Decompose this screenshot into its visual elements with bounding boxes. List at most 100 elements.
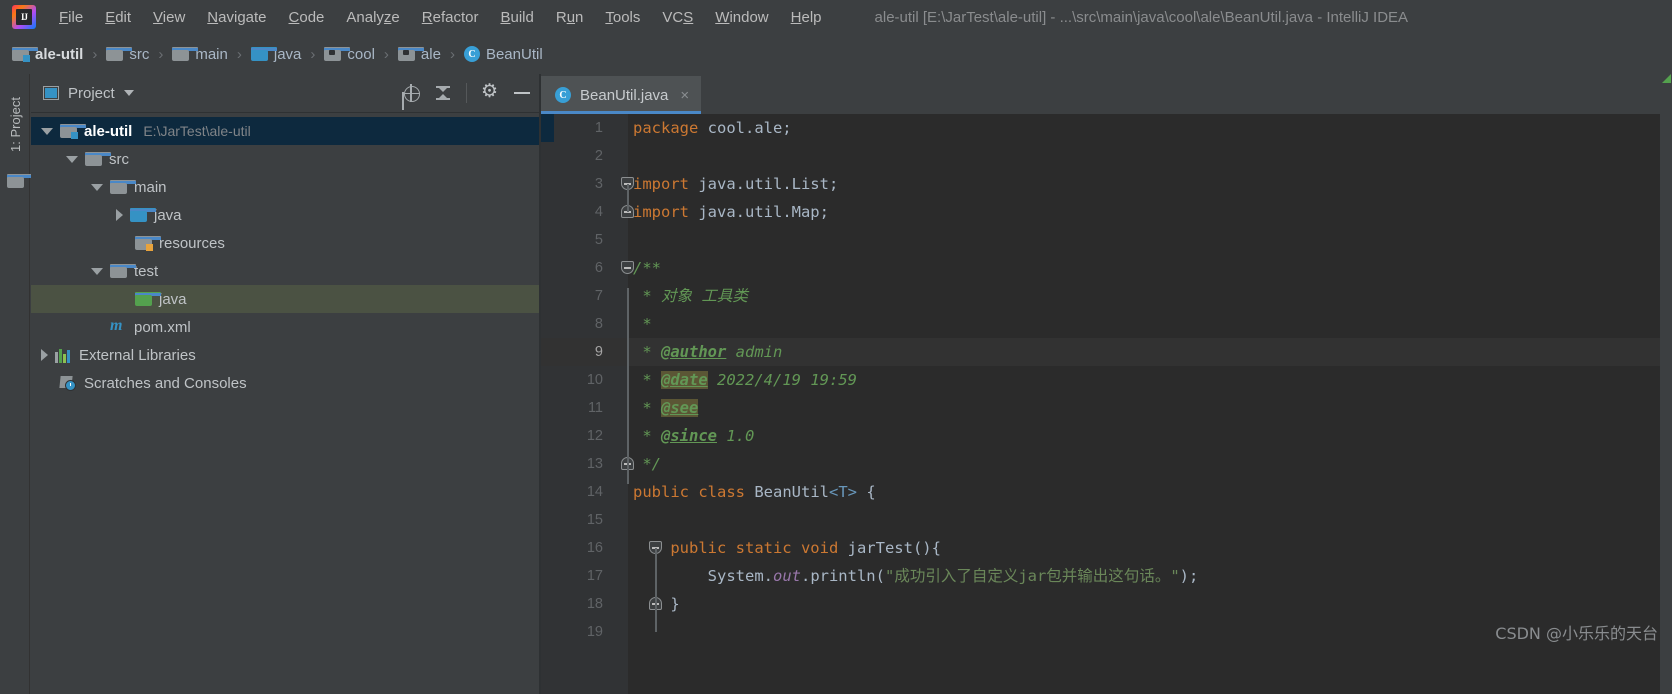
code-token: java.util.Map; [698, 203, 829, 221]
code-token: .println( [800, 567, 885, 585]
code-token: (){ [912, 539, 941, 557]
java-class-icon: C [463, 46, 480, 62]
line-number: 12 [586, 428, 603, 444]
tab-beanutil-java[interactable]: C BeanUtil.java × [541, 76, 702, 114]
line-number: 15 [586, 512, 603, 528]
breadcrumb-item-cool[interactable]: cool [324, 46, 375, 63]
menu-item-vcs[interactable]: VCS [651, 6, 704, 29]
collapse-all-icon[interactable] [434, 84, 452, 102]
chevron-down-icon[interactable] [41, 127, 53, 135]
code-line[interactable]: 13 */ [541, 450, 1672, 478]
tree-node-java[interactable]: java [31, 285, 539, 313]
project-panel-toolbar [402, 80, 531, 103]
tree-node-src[interactable]: src [31, 145, 539, 173]
code-token: "成功引入了自定义jar包并输出这句话。" [884, 567, 1180, 585]
menu-item-tools[interactable]: Tools [594, 6, 651, 29]
code-editor[interactable]: 1 package cool.ale; 2 3 import java.util.Lis… [541, 114, 1672, 694]
breadcrumb-item-ale-util[interactable]: ale-util [12, 46, 83, 63]
code-line[interactable]: 16 public static void jarTest(){ [541, 534, 1672, 562]
code-line[interactable]: 7 * 对象 工具类 [541, 282, 1672, 310]
code-text: * @since 1.0 [633, 422, 754, 450]
tree-node-resources[interactable]: resources [31, 229, 539, 257]
code-token: 2022/4/19 19:59 [707, 371, 857, 389]
code-line[interactable]: 6 /** [541, 254, 1672, 282]
code-text: import java.util.List; [633, 170, 838, 198]
code-line[interactable]: 15 [541, 506, 1672, 534]
tree-node-pom-xml[interactable]: m pom.xml [31, 313, 539, 341]
code-line[interactable]: 18 } [541, 590, 1672, 618]
test-source-folder-icon [135, 292, 161, 306]
breadcrumb-separator: › [92, 45, 98, 63]
tree-node-ale-util[interactable]: ale-util E:\JarTest\ale-util [31, 117, 539, 145]
menu-item-analyze[interactable]: Analyze [335, 6, 410, 29]
breadcrumb-item-main[interactable]: main [172, 46, 228, 63]
code-line[interactable]: 9 * @author admin [541, 338, 1672, 366]
code-line[interactable]: 1 package cool.ale; [541, 114, 1672, 142]
code-line[interactable]: 11 * @see [541, 394, 1672, 422]
code-line[interactable]: 12 * @since 1.0 [541, 422, 1672, 450]
breadcrumb[interactable]: ale-util › src › main › java › cool › ale › C BeanUti… [0, 34, 1672, 74]
gear-icon[interactable] [481, 80, 499, 103]
tree-node-scratches-and-consoles[interactable]: Scratches and Consoles [31, 369, 539, 397]
menu-item-run[interactable]: Run [545, 6, 595, 29]
code-token: * [633, 371, 661, 389]
code-token: cool.ale; [707, 119, 792, 137]
code-line[interactable]: 5 [541, 226, 1672, 254]
project-tool-window: Project ale-utilE:\JarTest\ale-utilsrcma… [31, 74, 539, 694]
menu-item-view[interactable]: View [142, 6, 196, 29]
close-icon[interactable]: × [680, 87, 689, 104]
code-token: public static void [633, 539, 848, 557]
chevron-down-icon[interactable] [66, 155, 78, 163]
menu-item-navigate[interactable]: Navigate [196, 6, 277, 29]
code-text: */ [633, 450, 661, 478]
breadcrumb-item-src[interactable]: src [106, 46, 149, 63]
breadcrumb-item-java[interactable]: java [250, 46, 301, 63]
editor-area: C BeanUtil.java × 1 package cool.ale; 2 3 im… [541, 74, 1672, 694]
tree-node-label: External Libraries [79, 346, 196, 364]
chevron-down-icon[interactable] [123, 90, 134, 96]
tree-node-test[interactable]: test [31, 257, 539, 285]
breadcrumb-item-ale[interactable]: ale [397, 46, 441, 63]
code-line[interactable]: 8 * [541, 310, 1672, 338]
code-line[interactable]: 3 import java.util.List; [541, 170, 1672, 198]
menu-item-code[interactable]: Code [278, 6, 336, 29]
line-number: 13 [586, 456, 603, 472]
code-token: /** [633, 259, 661, 277]
tree-node-label: pom.xml [134, 318, 191, 336]
code-line[interactable]: 17 System.out.println("成功引入了自定义jar包并输出这句… [541, 562, 1672, 590]
inspection-ok-icon[interactable] [1662, 74, 1671, 83]
tree-node-label: Scratches and Consoles [84, 374, 247, 392]
breadcrumb-item-label: main [195, 45, 228, 63]
sidebar-tab-project[interactable]: 1: Project [0, 82, 30, 166]
code-text: public static void jarTest(){ [633, 534, 941, 562]
hide-icon[interactable] [513, 84, 531, 102]
code-line[interactable]: 14 public class BeanUtil<T> { [541, 478, 1672, 506]
code-token: @since [661, 427, 717, 445]
right-error-stripe[interactable] [1660, 74, 1672, 694]
breadcrumb-item-label: ale-util [35, 45, 84, 63]
breadcrumb-item-beanutil[interactable]: C BeanUtil [463, 46, 543, 63]
menu-item-refactor[interactable]: Refactor [411, 6, 490, 29]
code-token: */ [633, 455, 661, 473]
chevron-down-icon[interactable] [91, 183, 103, 191]
code-line[interactable]: 4 import java.util.Map; [541, 198, 1672, 226]
code-line[interactable]: 2 [541, 142, 1672, 170]
folder-icon[interactable] [7, 174, 33, 188]
tree-node-java[interactable]: java [31, 201, 539, 229]
menu-item-help[interactable]: Help [780, 6, 833, 29]
fold-region-line [655, 548, 657, 632]
folder-icon [85, 152, 111, 166]
menu-item-edit[interactable]: Edit [94, 6, 142, 29]
select-opened-file-icon[interactable] [402, 84, 420, 102]
chevron-down-icon[interactable] [91, 267, 103, 275]
menu-item-window[interactable]: Window [704, 6, 779, 29]
menu-item-file[interactable]: File [48, 6, 94, 29]
watermark: CSDN @小乐乐的天台 [1495, 624, 1658, 643]
code-text: * @see [633, 394, 699, 422]
code-line[interactable]: 10 * @date 2022/4/19 19:59 [541, 366, 1672, 394]
tree-node-external-libraries[interactable]: External Libraries [31, 341, 539, 369]
chevron-right-icon[interactable] [116, 209, 123, 221]
tree-node-main[interactable]: main [31, 173, 539, 201]
menu-item-build[interactable]: Build [489, 6, 544, 29]
chevron-right-icon[interactable] [41, 349, 48, 361]
